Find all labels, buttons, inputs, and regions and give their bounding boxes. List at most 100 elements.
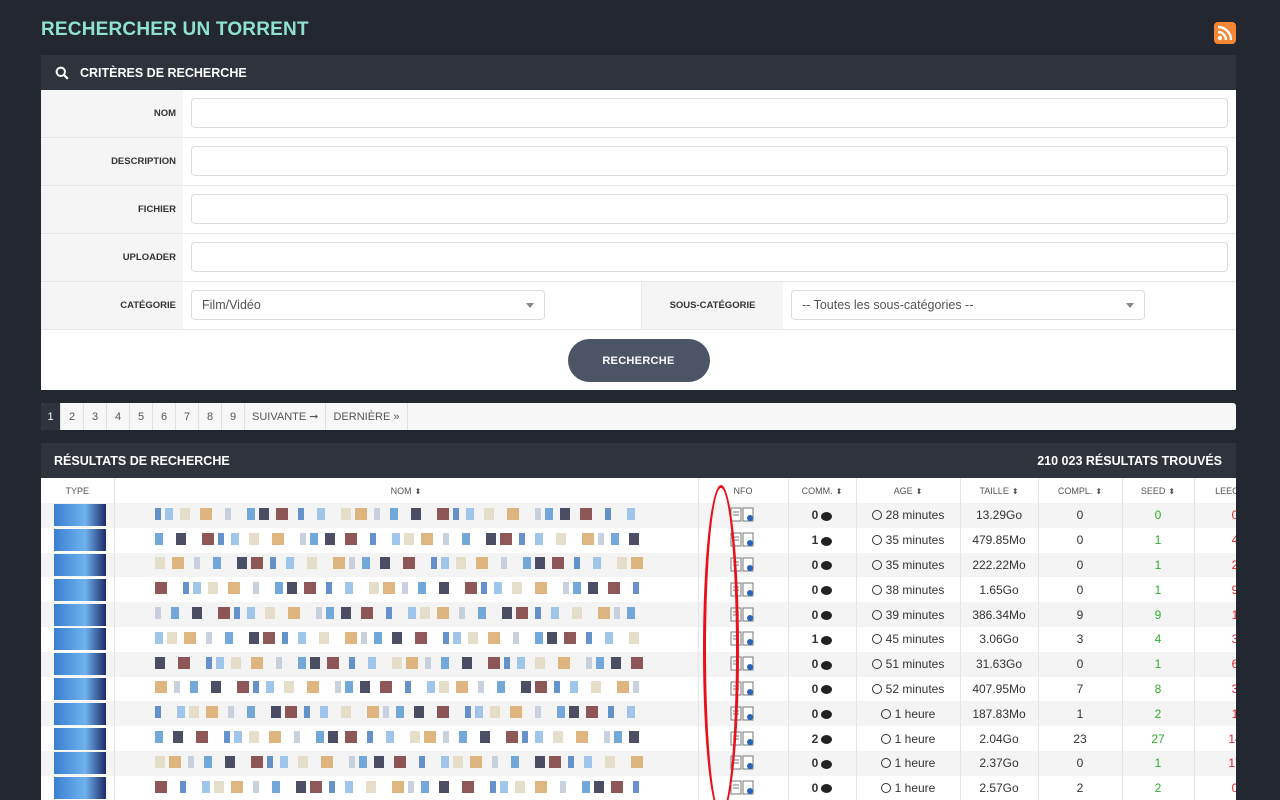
next-page-link[interactable]: SUIVANTE ➞	[245, 403, 327, 430]
rss-icon[interactable]	[1214, 22, 1236, 44]
table-row[interactable]: 052 minutes407.95Mo783	[41, 676, 1236, 702]
table-row[interactable]: 051 minutes31.63Go016	[41, 651, 1236, 677]
torrent-name-link[interactable]	[114, 527, 699, 553]
col-comm[interactable]: COMM. ⬍	[788, 478, 857, 503]
nfo-cell[interactable]	[698, 602, 789, 627]
nfo-icon[interactable]	[730, 780, 756, 796]
table-row[interactable]: 01 heure2.57Go220	[41, 775, 1236, 800]
clock-icon	[871, 634, 882, 645]
clock-icon	[871, 510, 882, 521]
nfo-cell[interactable]	[698, 701, 789, 727]
torrent-name-link[interactable]	[114, 602, 699, 627]
nfo-icon[interactable]	[730, 607, 756, 623]
nfo-icon[interactable]	[730, 557, 756, 573]
nfo-cell[interactable]	[698, 503, 789, 528]
comments-cell[interactable]: 1	[788, 626, 857, 652]
comments-cell[interactable]: 0	[788, 750, 857, 776]
table-row[interactable]: 145 minutes3.06Go343	[41, 626, 1236, 652]
nfo-icon[interactable]	[730, 656, 756, 672]
nfo-icon[interactable]	[730, 706, 756, 722]
torrent-name-link[interactable]	[114, 676, 699, 702]
col-type[interactable]: TYPE	[41, 478, 115, 503]
completed-cell: 1	[1038, 701, 1123, 727]
comments-cell[interactable]: 1	[788, 527, 857, 553]
nfo-icon[interactable]	[730, 731, 756, 747]
nfo-cell[interactable]	[698, 527, 789, 553]
torrent-name-link[interactable]	[114, 726, 699, 751]
col-name[interactable]: NOM ⬍	[114, 478, 699, 503]
page-4[interactable]: 4	[107, 403, 130, 430]
nfo-icon[interactable]	[730, 631, 756, 647]
page-3[interactable]: 3	[84, 403, 107, 430]
name-input[interactable]	[191, 98, 1228, 128]
table-row[interactable]: 01 heure187.83Mo121	[41, 701, 1236, 727]
table-row[interactable]: 21 heure2.04Go232714	[41, 726, 1236, 751]
leech-cell: 17	[1194, 750, 1236, 776]
torrent-name-link[interactable]	[114, 651, 699, 677]
table-row[interactable]: 135 minutes479.85Mo014	[41, 527, 1236, 553]
results-title: RÉSULTATS DE RECHERCHE	[54, 453, 230, 468]
nfo-icon[interactable]	[730, 681, 756, 697]
torrent-name-link[interactable]	[114, 552, 699, 578]
nfo-icon[interactable]	[730, 582, 756, 598]
table-row[interactable]: 038 minutes1.65Go019	[41, 577, 1236, 603]
page-6[interactable]: 6	[153, 403, 176, 430]
table-row[interactable]: 035 minutes222.22Mo012	[41, 552, 1236, 578]
seed-cell: 2	[1122, 701, 1195, 727]
torrent-name-link[interactable]	[114, 626, 699, 652]
comments-cell[interactable]: 0	[788, 775, 857, 800]
table-row[interactable]: 01 heure2.37Go0117	[41, 750, 1236, 776]
table-row[interactable]: 028 minutes13.29Go000	[41, 503, 1236, 528]
search-button[interactable]: RECHERCHE	[567, 339, 710, 382]
comments-cell[interactable]: 0	[788, 552, 857, 578]
nfo-cell[interactable]	[698, 552, 789, 578]
description-input[interactable]	[191, 146, 1228, 176]
col-leech[interactable]: LEECH⬍	[1194, 478, 1236, 503]
page-1[interactable]: 1	[41, 403, 61, 430]
nfo-icon[interactable]	[730, 755, 756, 771]
col-seed[interactable]: SEED ⬍	[1122, 478, 1195, 503]
nfo-icon[interactable]	[730, 532, 756, 548]
page-8[interactable]: 8	[199, 403, 222, 430]
category-thumbnail	[54, 529, 106, 552]
nfo-icon[interactable]	[730, 507, 756, 523]
torrent-name-link[interactable]	[114, 503, 699, 528]
comments-cell[interactable]: 0	[788, 503, 857, 528]
page-7[interactable]: 7	[176, 403, 199, 430]
nfo-cell[interactable]	[698, 651, 789, 677]
nfo-cell[interactable]	[698, 726, 789, 751]
form-row-description: DESCRIPTION	[41, 138, 1236, 186]
leech-cell: 2	[1194, 552, 1236, 578]
size-cell: 13.29Go	[960, 503, 1039, 528]
col-compl[interactable]: COMPL. ⬍	[1038, 478, 1123, 503]
nfo-cell[interactable]	[698, 676, 789, 702]
page-5[interactable]: 5	[130, 403, 153, 430]
search-icon	[55, 66, 69, 80]
nfo-cell[interactable]	[698, 750, 789, 776]
nfo-cell[interactable]	[698, 577, 789, 603]
category-select[interactable]: Film/Vidéo	[191, 290, 545, 320]
page-2[interactable]: 2	[61, 403, 84, 430]
subcategory-select[interactable]: -- Toutes les sous-catégories --	[791, 290, 1145, 320]
torrent-name-link[interactable]	[114, 701, 699, 727]
comments-cell[interactable]: 0	[788, 701, 857, 727]
torrent-name-link[interactable]	[114, 775, 699, 800]
table-row[interactable]: 039 minutes386.34Mo991	[41, 602, 1236, 627]
comments-cell[interactable]: 0	[788, 577, 857, 603]
comments-cell[interactable]: 2	[788, 726, 857, 751]
page-9[interactable]: 9	[222, 403, 245, 430]
col-age[interactable]: AGE ⬍	[856, 478, 961, 503]
col-size[interactable]: TAILLE ⬍	[960, 478, 1039, 503]
uploader-input[interactable]	[191, 242, 1228, 272]
sort-icon: ⬍	[414, 486, 422, 496]
torrent-name-link[interactable]	[114, 750, 699, 776]
comments-cell[interactable]: 0	[788, 651, 857, 677]
nfo-cell[interactable]	[698, 775, 789, 800]
file-input[interactable]	[191, 194, 1228, 224]
category-thumbnail	[54, 578, 106, 601]
comments-cell[interactable]: 0	[788, 676, 857, 702]
nfo-cell[interactable]	[698, 626, 789, 652]
last-page-link[interactable]: DERNIÈRE »	[326, 403, 408, 430]
comments-cell[interactable]: 0	[788, 602, 857, 627]
torrent-name-link[interactable]	[114, 577, 699, 603]
